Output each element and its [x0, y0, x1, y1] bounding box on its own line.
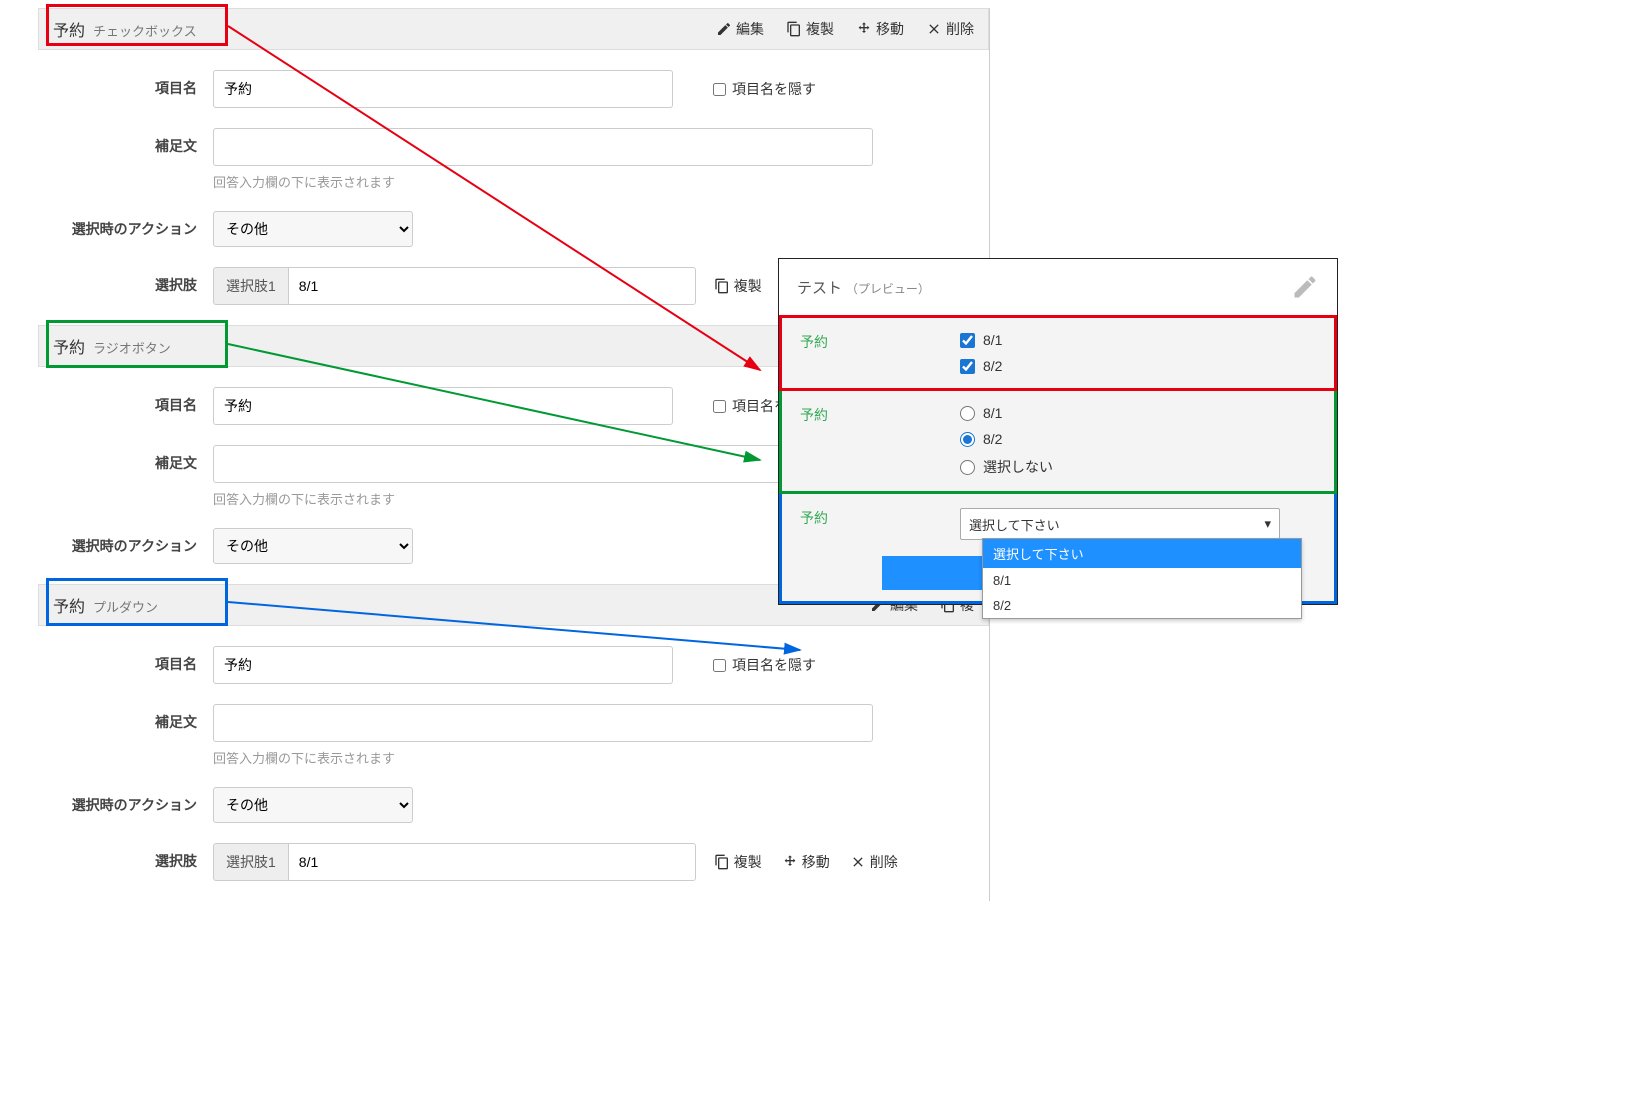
preview-checkbox[interactable]: 8/2 [960, 358, 1316, 374]
preview-checkbox[interactable]: 8/1 [960, 332, 1316, 348]
pencil-icon [716, 21, 732, 37]
section-header-checkbox: 予約 チェックボックス 編集 複製 移動 削除 [38, 8, 989, 50]
supplement-input[interactable] [213, 445, 873, 483]
dropdown-option[interactable]: 8/2 [983, 593, 1301, 618]
section-title: 予約 [53, 17, 85, 41]
preview-button-bar [882, 556, 982, 590]
option-input[interactable] [288, 843, 696, 881]
action-label: 選択時のアクション [38, 211, 213, 239]
item-name-input[interactable] [213, 646, 673, 684]
preview-radio-block: 予約 8/1 8/2 選択しない [779, 391, 1337, 494]
item-name-label: 項目名 [38, 70, 213, 98]
option-input[interactable] [288, 267, 696, 305]
dropdown-option[interactable]: 選択して下さい [983, 539, 1301, 568]
section-subtype: プルダウン [93, 597, 158, 616]
supplement-input[interactable] [213, 704, 873, 742]
preview-radio[interactable]: 選択しない [960, 457, 1316, 477]
copy-icon [714, 854, 730, 870]
item-name-label: 項目名 [38, 387, 213, 415]
section-body-pulldown: 項目名 項目名を隠す 補足文 回答入力欄の下に表示されます 選択時のアクション [38, 626, 989, 901]
pencil-icon[interactable] [1291, 273, 1319, 301]
preview-header: テスト （プレビュー） [779, 259, 1337, 315]
section-subtype: ラジオボタン [93, 338, 171, 357]
option-badge: 選択肢1 [213, 843, 288, 881]
action-label: 選択時のアクション [38, 528, 213, 556]
supplement-label: 補足文 [38, 704, 213, 732]
copy-icon [714, 278, 730, 294]
action-select[interactable]: その他 [213, 528, 413, 564]
close-icon [926, 21, 942, 37]
duplicate-button[interactable]: 複製 [786, 19, 834, 39]
move-icon [782, 854, 798, 870]
preview-dropdown[interactable]: 選択して下さい 8/1 8/2 [982, 538, 1302, 619]
dropdown-option[interactable]: 8/1 [983, 568, 1301, 593]
copy-icon [786, 21, 802, 37]
chevron-down-icon: ▾ [1264, 516, 1271, 532]
section-subtype: チェックボックス [93, 21, 197, 40]
option-delete-button[interactable]: 削除 [850, 852, 898, 872]
action-select[interactable]: その他 [213, 211, 413, 247]
move-icon [856, 21, 872, 37]
section-title: 予約 [53, 593, 85, 617]
item-name-input[interactable] [213, 70, 673, 108]
preview-label: 予約 [800, 405, 960, 425]
preview-subtitle: （プレビュー） [846, 282, 930, 296]
hide-name-checkbox[interactable]: 項目名を隠す [713, 79, 816, 99]
supplement-help: 回答入力欄の下に表示されます [213, 172, 979, 191]
preview-panel: テスト （プレビュー） 予約 8/1 8/2 予約 8/1 8/2 選択しない … [778, 258, 1338, 605]
supplement-label: 補足文 [38, 128, 213, 156]
supplement-help: 回答入力欄の下に表示されます [213, 748, 979, 767]
preview-label: 予約 [800, 332, 960, 352]
preview-title: テスト [797, 280, 842, 297]
options-label: 選択肢 [38, 267, 213, 295]
option-move-button[interactable]: 移動 [782, 852, 830, 872]
preview-checkbox-block: 予約 8/1 8/2 [779, 315, 1337, 391]
close-icon [850, 854, 866, 870]
supplement-label: 補足文 [38, 445, 213, 473]
option-duplicate-button[interactable]: 複製 [714, 276, 762, 296]
preview-radio[interactable]: 8/1 [960, 405, 1316, 421]
move-button[interactable]: 移動 [856, 19, 904, 39]
supplement-input[interactable] [213, 128, 873, 166]
hide-name-checkbox[interactable]: 項目名を隠す [713, 655, 816, 675]
section-title: 予約 [53, 334, 85, 358]
preview-pulldown-block: 予約 選択して下さい ▾ 選択して下さい 8/1 8/2 [779, 494, 1337, 604]
preview-radio[interactable]: 8/2 [960, 431, 1316, 447]
options-label: 選択肢 [38, 843, 213, 871]
preview-select[interactable]: 選択して下さい ▾ [960, 508, 1280, 540]
preview-label: 予約 [800, 508, 960, 528]
item-name-label: 項目名 [38, 646, 213, 674]
action-label: 選択時のアクション [38, 787, 213, 815]
item-name-input[interactable] [213, 387, 673, 425]
option-badge: 選択肢1 [213, 267, 288, 305]
action-select[interactable]: その他 [213, 787, 413, 823]
edit-button[interactable]: 編集 [716, 19, 764, 39]
option-duplicate-button[interactable]: 複製 [714, 852, 762, 872]
delete-button[interactable]: 削除 [926, 19, 974, 39]
